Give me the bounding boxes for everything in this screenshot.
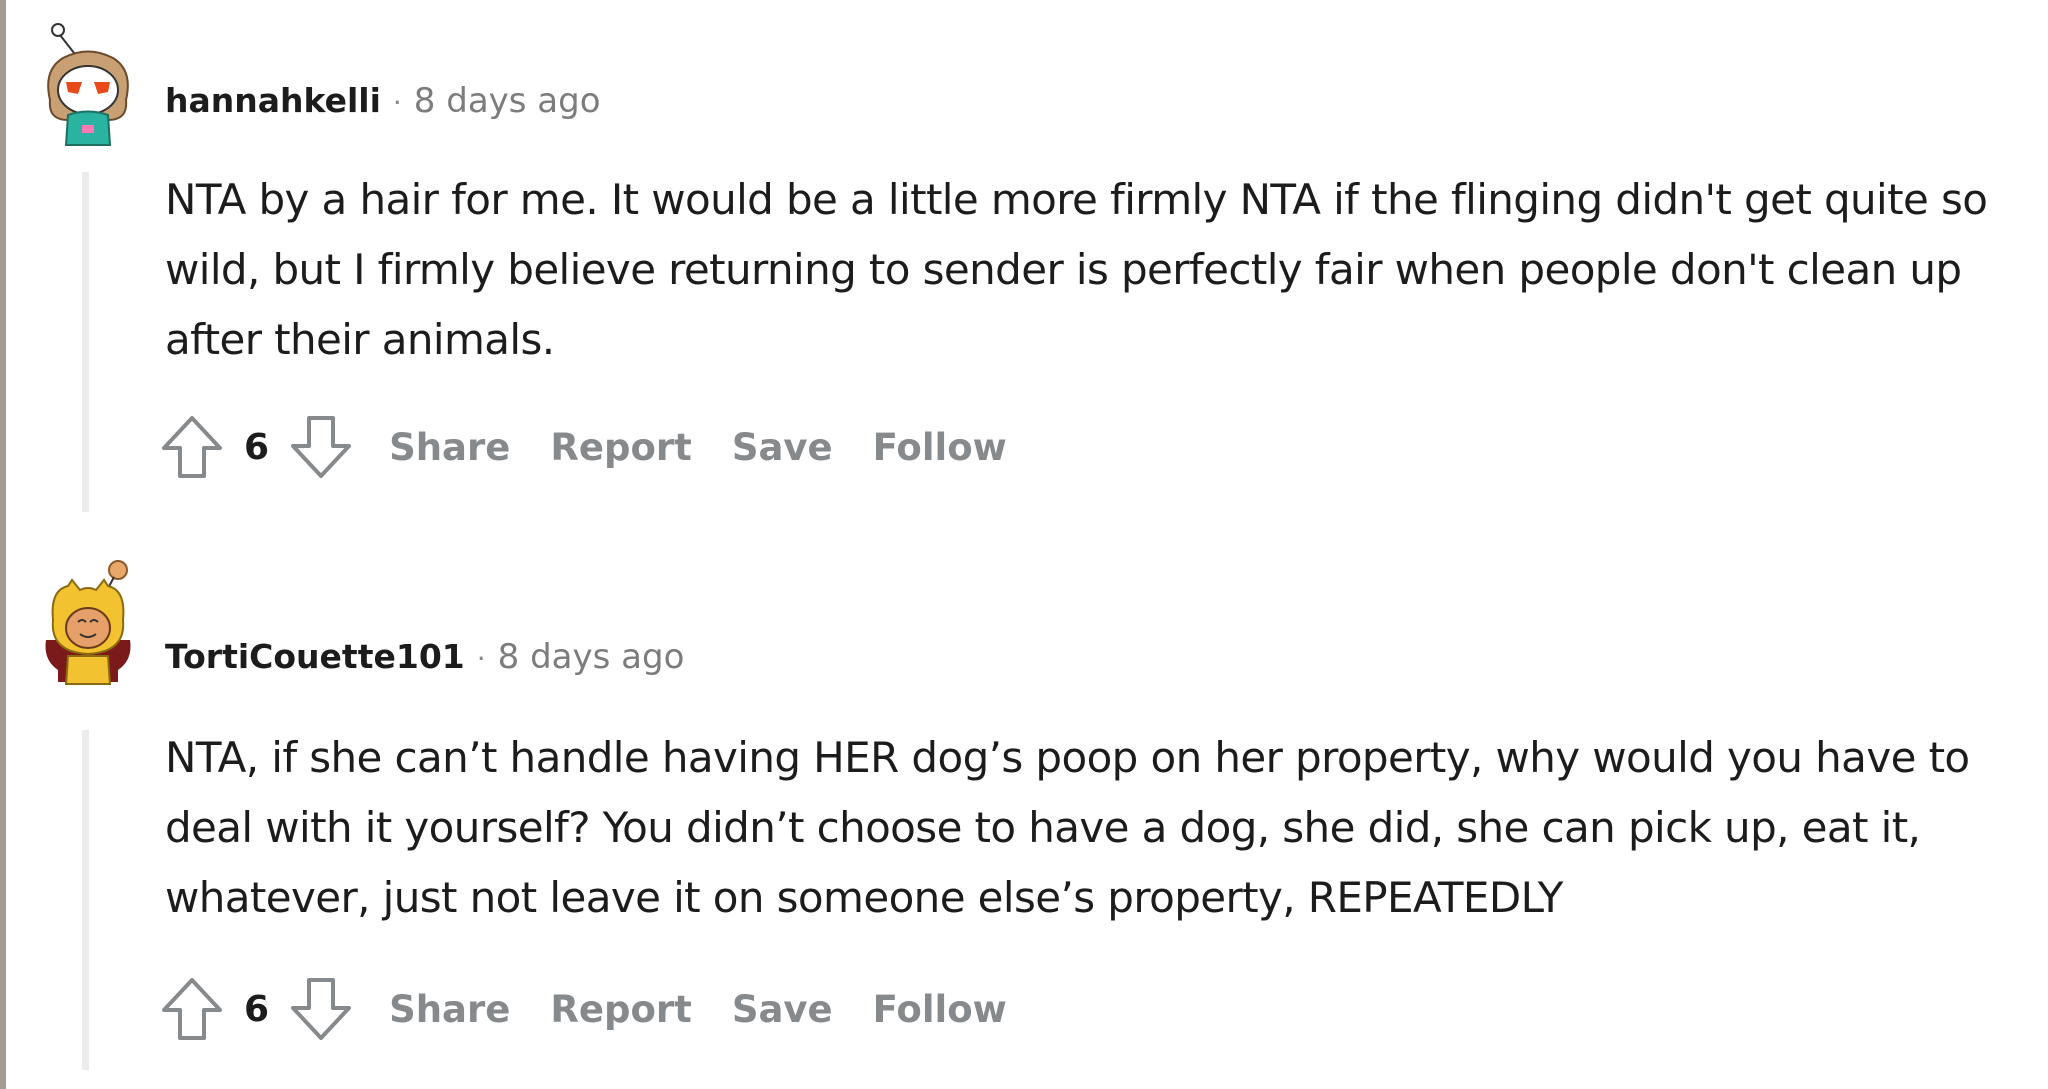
follow-button[interactable]: Follow xyxy=(873,426,1007,469)
vote-count: 6 xyxy=(244,988,270,1030)
downvote-icon[interactable] xyxy=(289,414,353,480)
comments-page: hannahkelli · 8 days ago NTA by a hair for… xyxy=(0,0,2048,1089)
user-avatar[interactable] xyxy=(38,560,138,690)
share-button[interactable]: Share xyxy=(389,988,510,1031)
comment-actions: 6 Share Report Save Follow xyxy=(160,974,1007,1044)
thread-line[interactable] xyxy=(82,172,89,512)
comment-torticouette101: TortiCouette101 · 8 days ago NTA, if she c… xyxy=(0,558,2048,1089)
meta-separator: · xyxy=(476,642,486,675)
timestamp[interactable]: 8 days ago xyxy=(414,81,601,121)
snoo-avatar-icon xyxy=(45,560,131,685)
username[interactable]: hannahkelli xyxy=(165,81,381,120)
comment-meta: TortiCouette101 · 8 days ago xyxy=(165,634,684,682)
report-button[interactable]: Report xyxy=(550,426,691,469)
meta-separator: · xyxy=(392,86,402,119)
timestamp[interactable]: 8 days ago xyxy=(498,637,685,677)
user-avatar[interactable] xyxy=(38,20,138,150)
comment-meta: hannahkelli · 8 days ago xyxy=(165,78,601,126)
save-button[interactable]: Save xyxy=(732,988,833,1031)
downvote-icon[interactable] xyxy=(289,976,353,1042)
upvote-icon[interactable] xyxy=(160,414,224,480)
thread-line[interactable] xyxy=(82,730,89,1070)
comment-body: NTA, if she can’t handle having HER dog’… xyxy=(165,733,1970,922)
comment-actions: 6 Share Report Save Follow xyxy=(160,412,1007,482)
comment-body: NTA by a hair for me. It would be a litt… xyxy=(165,175,1988,364)
share-button[interactable]: Share xyxy=(389,426,510,469)
username[interactable]: TortiCouette101 xyxy=(165,637,465,676)
snoo-avatar-icon xyxy=(47,23,129,146)
comment-hannahkelli: hannahkelli · 8 days ago NTA by a hair for… xyxy=(0,0,2048,520)
follow-button[interactable]: Follow xyxy=(873,988,1007,1031)
save-button[interactable]: Save xyxy=(732,426,833,469)
vote-count: 6 xyxy=(244,426,270,468)
upvote-icon[interactable] xyxy=(160,976,224,1042)
report-button[interactable]: Report xyxy=(550,988,691,1031)
